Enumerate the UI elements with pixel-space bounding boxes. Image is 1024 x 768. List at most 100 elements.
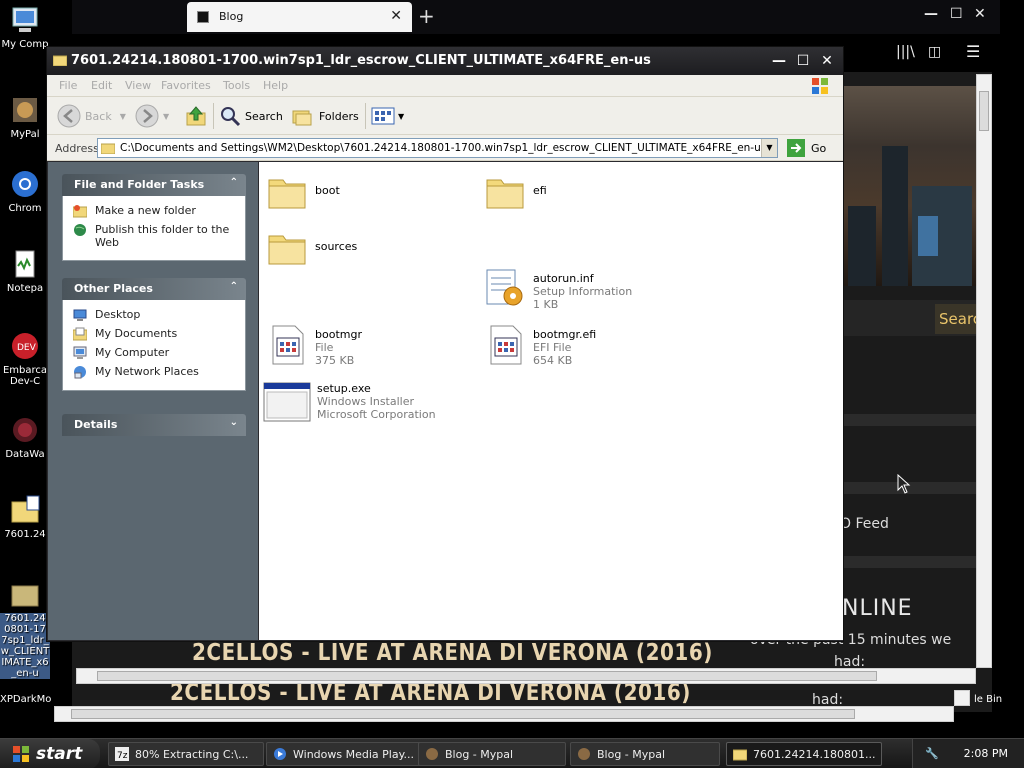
file-item-bootmgr[interactable]: bootmgr File 375 KB <box>265 322 362 367</box>
menu-help[interactable]: Help <box>263 79 288 92</box>
desktop-icon-label: Notepa <box>6 283 44 294</box>
up-folder-button[interactable] <box>185 103 207 129</box>
close-button[interactable]: ✕ <box>817 52 837 70</box>
forward-button[interactable]: ▼ <box>135 103 169 129</box>
feed-link[interactable]: O Feed <box>840 516 889 532</box>
menu-icon[interactable]: ☰ <box>966 42 980 61</box>
search-icon <box>221 107 241 127</box>
scroll-thumb[interactable] <box>97 671 877 681</box>
file-item-efi[interactable]: efi <box>483 170 547 214</box>
taskbar-button-explorer[interactable]: 7601.24214.180801... <box>726 742 882 766</box>
library-icon[interactable]: |||\ <box>896 44 915 60</box>
browser-tab-blog[interactable]: Blog ✕ <box>187 2 412 32</box>
new-tab-icon[interactable]: + <box>418 4 435 28</box>
video-title-banner[interactable]: 2CELLOS - LIVE AT ARENA DI VERONA (2016) <box>192 638 713 666</box>
browser-maximize-icon[interactable]: ☐ <box>950 6 963 22</box>
views-button[interactable]: ▼ <box>371 103 404 129</box>
outer-scroll-down-arrow[interactable] <box>954 690 970 706</box>
scroll-thumb[interactable] <box>71 709 855 719</box>
collapse-icon[interactable]: ⌃ <box>230 281 238 292</box>
explorer-window: 7601.24214.180801-1700.win7sp1_ldr_escro… <box>46 46 844 642</box>
place-my-computer-link[interactable]: My Computer <box>73 346 237 360</box>
file-item-boot[interactable]: boot <box>265 170 340 214</box>
desktop-icon-embarcadero[interactable]: DEV Embarca Dev-C <box>0 330 50 387</box>
notepad-icon <box>15 250 35 278</box>
taskbar-button-extracting[interactable]: 7z 80% Extracting C:\... <box>108 742 264 766</box>
network-tray-icon[interactable]: 🔧 <box>925 747 939 760</box>
new-folder-icon <box>73 205 87 218</box>
file-item-sources[interactable]: sources <box>265 226 357 270</box>
menu-favorites[interactable]: Favorites <box>161 79 211 92</box>
views-icon <box>371 107 395 125</box>
folders-button[interactable]: Folders <box>291 103 359 129</box>
make-new-folder-link[interactable]: Make a new folder <box>73 204 237 218</box>
taskbar-button-blog-2[interactable]: Blog - Mypal <box>570 742 720 766</box>
file-item-autorun-inf[interactable]: autorun.inf Setup Information 1 KB <box>483 266 632 311</box>
place-desktop-link[interactable]: Desktop <box>73 308 237 322</box>
desktop-icon-label: MyPal <box>10 129 40 140</box>
desktop-icon-chrome[interactable]: Chrom <box>0 168 50 214</box>
menu-view[interactable]: View <box>125 79 151 92</box>
recycle-bin-label[interactable]: le Bin <box>974 694 1002 705</box>
file-item-bootmgr-efi[interactable]: bootmgr.efi EFI File 654 KB <box>483 322 596 367</box>
desktop-icon-xpdarkmode[interactable]: XPDarkMo <box>0 694 51 705</box>
go-button[interactable]: Go <box>787 139 826 157</box>
publish-folder-link[interactable]: Publish this folder to the Web <box>73 223 237 249</box>
menu-bar: File Edit View Favorites Tools Help <box>47 75 843 97</box>
desktop-icon-notepad[interactable]: Notepa <box>0 248 50 294</box>
address-input[interactable]: C:\Documents and Settings\WM2\Desktop\76… <box>97 138 778 158</box>
browser-close-icon[interactable]: ✕ <box>974 6 986 22</box>
chevron-down-icon: ▼ <box>398 111 405 121</box>
expand-icon[interactable]: ⌄ <box>230 417 238 428</box>
file-item-setup-exe[interactable]: setup.exe Windows Installer Microsoft Co… <box>263 382 436 422</box>
explorer-title: 7601.24214.180801-1700.win7sp1_ldr_escro… <box>71 53 651 68</box>
mouse-cursor-icon <box>897 474 911 494</box>
collapse-icon[interactable]: ⌃ <box>230 177 238 188</box>
menu-tools[interactable]: Tools <box>223 79 250 92</box>
desktop-icon-archive[interactable]: 7601.24 <box>0 494 50 540</box>
taskbar-button-blog-1[interactable]: Blog - Mypal <box>418 742 566 766</box>
desktop-icon-datawarp[interactable]: DataWa <box>0 414 50 460</box>
scroll-thumb[interactable] <box>979 91 989 131</box>
back-arrow-icon <box>57 104 81 128</box>
browser-minimize-icon[interactable]: — <box>924 6 938 22</box>
file-folder-tasks-header[interactable]: File and Folder Tasks ⌃ <box>62 174 246 196</box>
mypal-icon <box>13 98 37 122</box>
menu-file[interactable]: File <box>59 79 77 92</box>
outer-horizontal-scrollbar[interactable] <box>54 706 954 722</box>
address-label: Address <box>55 142 99 155</box>
maximize-button[interactable]: ☐ <box>793 52 813 70</box>
folder-icon <box>11 585 39 607</box>
city-header-image <box>842 86 976 286</box>
windows-installer-icon <box>263 382 311 422</box>
browser-vertical-scrollbar[interactable] <box>976 74 992 668</box>
task-pane: File and Folder Tasks ⌃ Make a new folde… <box>48 162 258 640</box>
explorer-title-bar[interactable]: 7601.24214.180801-1700.win7sp1_ldr_escro… <box>47 47 843 75</box>
search-button[interactable]: Search <box>219 103 283 129</box>
desktop-icon-mypal[interactable]: MyPal <box>0 94 50 140</box>
place-my-documents-link[interactable]: My Documents <box>73 327 237 341</box>
back-button[interactable]: Back ▼ <box>57 103 126 129</box>
mypal-icon <box>426 748 438 760</box>
menu-edit[interactable]: Edit <box>91 79 112 92</box>
explorer-toolbar: Back ▼ ▼ Search Folders ▼ <box>47 97 843 135</box>
place-network-link[interactable]: My Network Places <box>73 365 237 379</box>
clock[interactable]: 2:08 PM <box>964 747 1008 760</box>
go-arrow-icon <box>787 139 805 157</box>
datawarp-icon <box>13 418 37 442</box>
start-button[interactable]: start <box>0 739 100 768</box>
sidebar-icon[interactable]: ◫ <box>928 44 941 60</box>
browser-horizontal-scrollbar[interactable] <box>76 668 976 684</box>
desktop-icon-extracted-folder[interactable]: 7601.24 0801-17 7sp1_ldr_ w_CLIENT IMATE… <box>0 578 50 679</box>
taskbar-button-media-player[interactable]: Windows Media Play... <box>266 742 422 766</box>
minimize-button[interactable]: — <box>769 52 789 70</box>
address-dropdown-icon[interactable]: ▼ <box>761 139 777 157</box>
desktop-icon-label: My Comp <box>1 39 49 50</box>
details-header[interactable]: Details ⌄ <box>62 414 246 436</box>
close-tab-icon[interactable]: ✕ <box>390 8 402 24</box>
desktop-icon-my-computer[interactable]: My Comp <box>0 4 50 50</box>
windows-logo-icon <box>812 78 828 94</box>
desktop-icon <box>73 309 87 321</box>
other-places-header[interactable]: Other Places ⌃ <box>62 278 246 300</box>
online-heading: NLINE <box>842 596 913 621</box>
